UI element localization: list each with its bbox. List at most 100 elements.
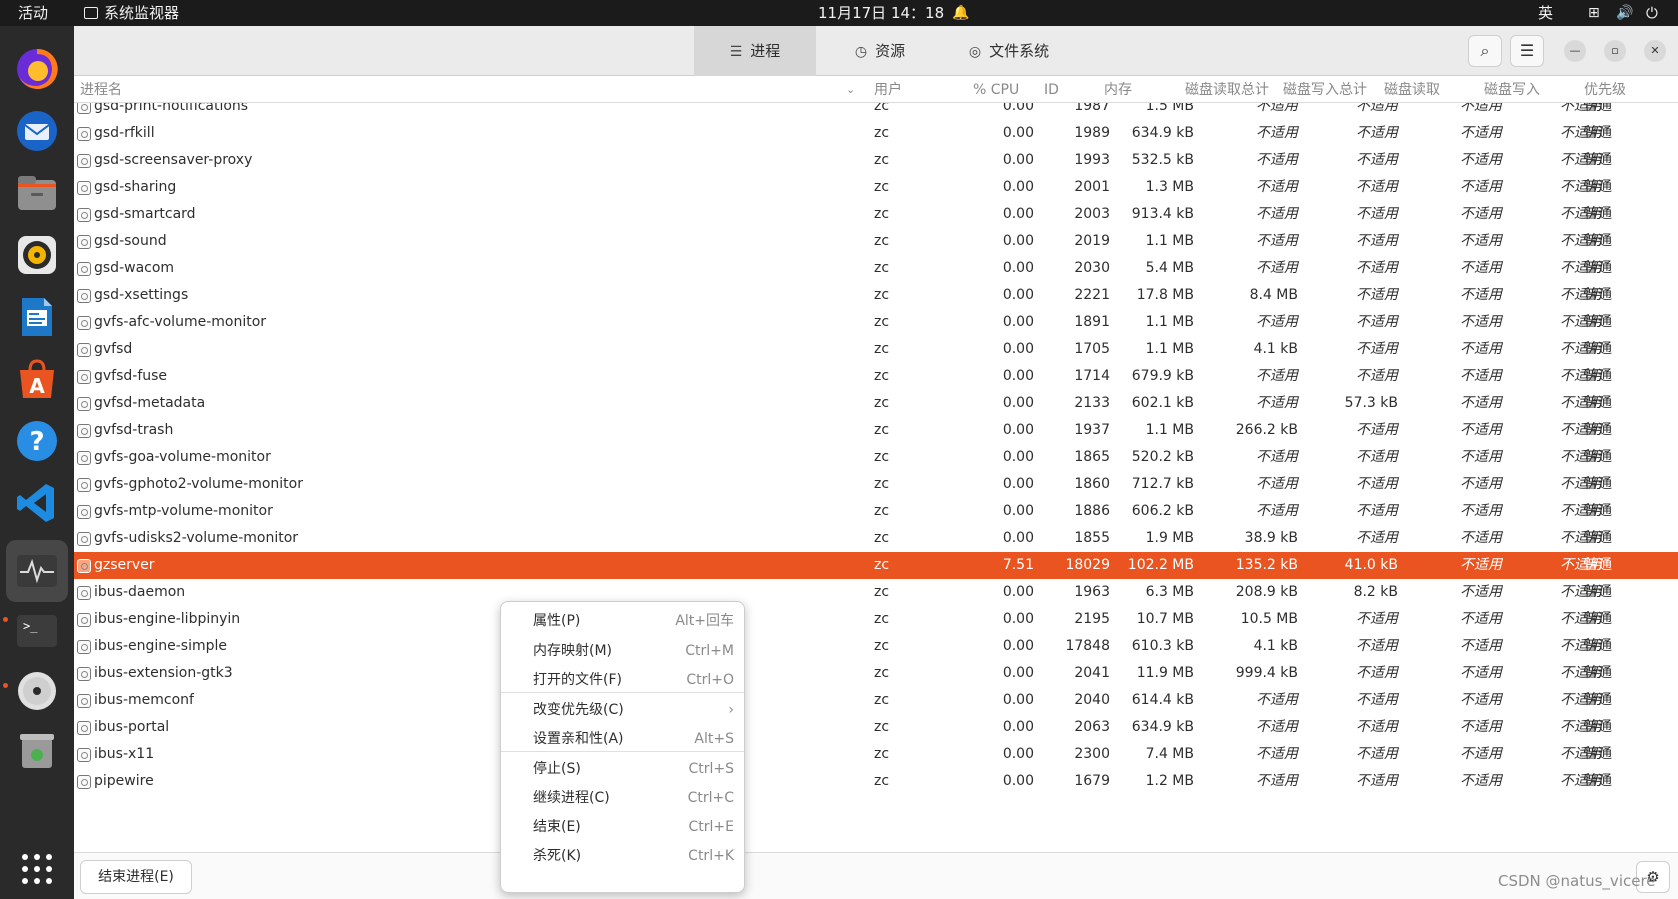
dock-firefox[interactable] (12, 44, 62, 94)
col-user[interactable]: 用户 (874, 77, 902, 103)
cell-cpu: 0.00 (1002, 611, 1034, 627)
table-row[interactable]: gvfsd zc 0.00 1705 1.1 MB 4.1 kB 不适用 不适用 不适用 普通 (74, 336, 1678, 363)
col-priority[interactable]: 优先级 (1584, 77, 1626, 103)
dock-terminal[interactable]: >_ (12, 606, 62, 656)
process-table: gsd-print-notifications zc 0.00 1987 1.5 MB 不… (74, 103, 1678, 852)
menu-item[interactable]: 结束(E) Ctrl+E (501, 812, 744, 842)
dock-show-apps[interactable] (12, 844, 62, 894)
cell-mem: 614.4 kB (1131, 692, 1194, 708)
table-row[interactable]: ibus-engine-simple zc 0.00 17848 610.3 kB 4.1… (74, 633, 1678, 660)
col-id[interactable]: ID (1044, 77, 1059, 103)
cell-r: 不适用 (1460, 395, 1502, 411)
network-icon[interactable]: ⊞ (1588, 0, 1600, 26)
cell-cpu: 0.00 (1002, 206, 1034, 222)
table-row[interactable]: ibus-portal zc 0.00 2063 634.9 kB 不适用 不适用 不适用 不适… (74, 714, 1678, 741)
app-name: 系统监视器 (104, 4, 180, 22)
table-row[interactable]: gsd-sound zc 0.00 2019 1.1 MB 不适用 不适用 不适用 不适用 普通 (74, 228, 1678, 255)
app-menu[interactable]: 系统监视器 (84, 0, 179, 26)
col-cpu[interactable]: % CPU (973, 77, 1019, 103)
close-button[interactable]: ✕ (1644, 40, 1666, 62)
dock: A ? >_ (0, 26, 74, 899)
col-disk-write-total[interactable]: 磁盘写入总计 (1283, 77, 1367, 103)
table-row[interactable]: ibus-extension-gtk3 zc 0.00 2041 11.9 MB 999.… (74, 660, 1678, 687)
cell-id: 2019 (1074, 233, 1110, 249)
table-row[interactable]: gsd-print-notifications zc 0.00 1987 1.5 MB 不… (74, 103, 1678, 120)
dock-app-center[interactable]: A (12, 354, 62, 404)
input-method-indicator[interactable]: 英 (1538, 0, 1553, 26)
cell-dw: 不适用 (1356, 341, 1398, 357)
dock-files[interactable] (12, 168, 62, 218)
table-row[interactable]: gsd-smartcard zc 0.00 2003 913.4 kB 不适用 不适用 不适用… (74, 201, 1678, 228)
cell-mem: 5.4 MB (1145, 260, 1194, 276)
table-row[interactable]: gvfs-afc-volume-monitor zc 0.00 1891 1.1 MB 不… (74, 309, 1678, 336)
cell-dr: 不适用 (1256, 476, 1298, 492)
cell-dr: 不适用 (1256, 233, 1298, 249)
col-disk-read-total[interactable]: 磁盘读取总计 (1185, 77, 1269, 103)
menu-item[interactable]: 改变优先级(C) › (501, 695, 744, 725)
table-row[interactable]: gvfs-goa-volume-monitor zc 0.00 1865 520.2 k… (74, 444, 1678, 471)
dock-thunderbird[interactable] (12, 106, 62, 156)
tab-processes[interactable]: ☰ 进程 (694, 26, 816, 76)
volume-icon[interactable]: 🔊 (1616, 0, 1633, 26)
menu-button[interactable]: ☰ (1510, 35, 1544, 67)
table-row[interactable]: gsd-rfkill zc 0.00 1989 634.9 kB 不适用 不适用 不适用 不适用… (74, 120, 1678, 147)
dock-trash[interactable] (12, 726, 62, 776)
table-row[interactable]: gvfs-udisks2-volume-monitor zc 0.00 1855 1.9… (74, 525, 1678, 552)
table-row[interactable]: gzserver zc 7.51 18029 102.2 MB 135.2 kB 41.0 … (74, 552, 1678, 579)
table-row[interactable]: gvfsd-fuse zc 0.00 1714 679.9 kB 不适用 不适用 不适用 不适用… (74, 363, 1678, 390)
menu-item[interactable]: 内存映射(M) Ctrl+M (501, 636, 744, 666)
dock-system-monitor[interactable] (6, 540, 68, 602)
menu-item[interactable]: 打开的文件(F) Ctrl+O (501, 665, 744, 695)
tab-resources[interactable]: ◷ 资源 (826, 26, 934, 76)
search-button[interactable]: ⌕ (1468, 35, 1502, 67)
col-memory[interactable]: 内存 (1104, 77, 1132, 103)
table-row[interactable]: ibus-daemon zc 0.00 1963 6.3 MB 208.9 kB 8.2 k… (74, 579, 1678, 606)
cell-id: 2041 (1074, 665, 1110, 681)
table-row[interactable]: ibus-x11 zc 0.00 2300 7.4 MB 不适用 不适用 不适用 不适用 普通 (74, 741, 1678, 768)
menu-item-shortcut: Ctrl+K (688, 848, 734, 864)
table-row[interactable]: gvfs-gphoto2-volume-monitor zc 0.00 1860 712… (74, 471, 1678, 498)
minimize-button[interactable]: — (1564, 40, 1586, 62)
cell-user: zc (874, 233, 890, 249)
chevron-right-icon: › (728, 702, 734, 718)
power-icon[interactable]: ⏻ (1646, 0, 1658, 26)
table-row[interactable]: ibus-memconf zc 0.00 2040 614.4 kB 不适用 不适用 不适用不… (74, 687, 1678, 714)
maximize-button[interactable]: ▫ (1604, 40, 1626, 62)
dock-rhythmbox[interactable] (12, 230, 62, 280)
table-row[interactable]: gsd-xsettings zc 0.00 2221 17.8 MB 8.4 MB 不适用 不… (74, 282, 1678, 309)
sort-chevron-icon[interactable]: ⌄ (846, 77, 855, 103)
menu-item[interactable]: 属性(P) Alt+回车 (501, 606, 744, 636)
activities-button[interactable]: 活动 (18, 0, 48, 26)
table-row[interactable]: gvfsd-metadata zc 0.00 2133 602.1 kB 不适用 57.3 … (74, 390, 1678, 417)
table-row[interactable]: ibus-engine-libpinyin zc 0.00 2195 10.7 MB 10… (74, 606, 1678, 633)
menu-item[interactable]: 停止(S) Ctrl+S (501, 754, 744, 784)
cell-mem: 1.2 MB (1145, 773, 1194, 789)
clock[interactable]: 11月17日 14：18 (818, 0, 944, 26)
menu-item[interactable]: 杀死(K) Ctrl+K (501, 841, 744, 871)
dock-writer[interactable] (12, 292, 62, 342)
table-row[interactable]: gsd-screensaver-proxy zc 0.00 1993 532.5 kB 不… (74, 147, 1678, 174)
writer-icon (22, 298, 52, 336)
cell-name: gsd-wacom (94, 260, 175, 276)
menu-item[interactable]: 设置亲和性(A) Alt+S (501, 724, 744, 754)
cell-cpu: 0.00 (1002, 449, 1034, 465)
tab-filesystems[interactable]: ◎ 文件系统 (944, 26, 1074, 76)
table-row[interactable]: pipewire zc 0.00 1679 1.2 MB 不适用 不适用 不适用 不适用 普通 (74, 768, 1678, 795)
table-row[interactable]: gsd-wacom zc 0.00 2030 5.4 MB 不适用 不适用 不适用 不适用 普通 (74, 255, 1678, 282)
col-disk-write[interactable]: 磁盘写入 (1484, 77, 1540, 103)
process-icon (77, 370, 91, 384)
help-icon: ? (17, 421, 57, 461)
cell-dw: 不适用 (1356, 260, 1398, 276)
col-disk-read[interactable]: 磁盘读取 (1384, 77, 1440, 103)
cell-id: 1989 (1074, 125, 1110, 141)
col-name[interactable]: 进程名 (80, 77, 122, 103)
table-row[interactable]: gsd-sharing zc 0.00 2001 1.3 MB 不适用 不适用 不适用 不适用普… (74, 174, 1678, 201)
menu-item[interactable]: 继续进程(C) Ctrl+C (501, 783, 744, 813)
table-row[interactable]: gvfsd-trash zc 0.00 1937 1.1 MB 266.2 kB 不适用 不适… (74, 417, 1678, 444)
cell-pri: 普通 (1584, 746, 1612, 762)
dock-disc[interactable] (12, 666, 62, 716)
end-process-button[interactable]: 结束进程(E) (80, 860, 192, 894)
dock-vscode[interactable] (12, 478, 62, 528)
dock-help[interactable]: ? (12, 416, 62, 466)
table-row[interactable]: gvfs-mtp-volume-monitor zc 0.00 1886 606.2 k… (74, 498, 1678, 525)
